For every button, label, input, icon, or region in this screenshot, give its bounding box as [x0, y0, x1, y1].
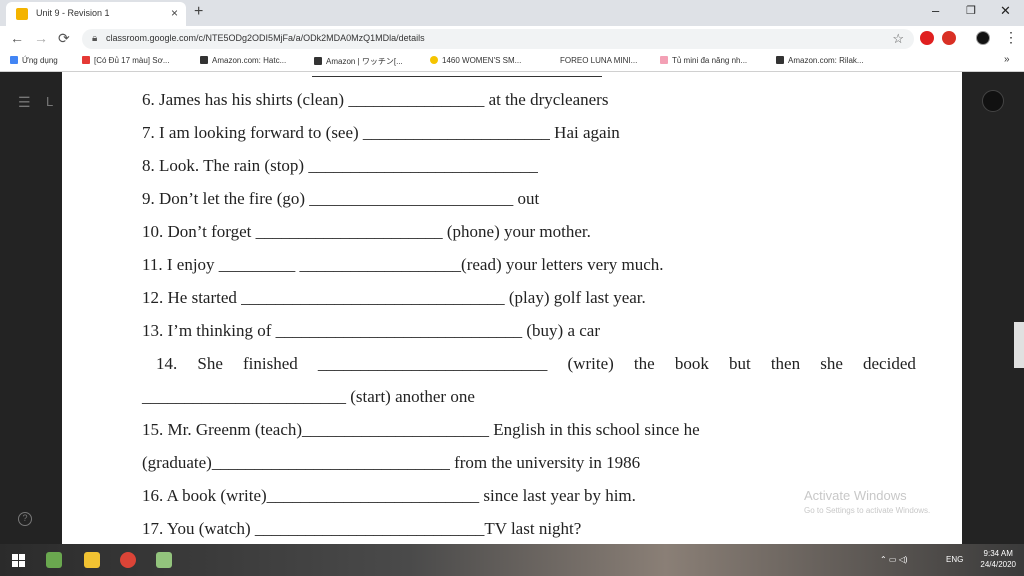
exercise-item-14-continued: ________________________ (start) another…	[142, 387, 475, 406]
account-avatar[interactable]	[982, 90, 1004, 112]
word: then	[770, 354, 801, 373]
viewer-title-fragment: L	[46, 94, 54, 109]
exercise-item-14: 14. She finished _______________________…	[156, 354, 916, 374]
menu-icon[interactable]: ☰	[18, 94, 31, 111]
system-clock[interactable]: 9:34 AM 24/4/2020	[980, 548, 1016, 570]
word: she	[820, 354, 843, 373]
close-window-button[interactable]: ✕	[1000, 3, 1011, 19]
bookmark-label: Amazon | ワッチン[...	[326, 57, 403, 66]
taskbar-app-icon[interactable]	[156, 552, 172, 568]
new-tab-button[interactable]: +	[194, 4, 203, 20]
chrome-icon[interactable]	[120, 552, 136, 568]
bookmark-item[interactable]: Amazon.com: Hatc...	[200, 56, 286, 65]
taskbar-app-icon[interactable]	[46, 552, 62, 568]
url-text: classroom.google.com/c/NTE5ODg2ODI5MjFa/…	[106, 33, 425, 43]
exercise-item-10: 10. Don’t forget ______________________ …	[142, 222, 591, 241]
bookmark-label: 1460 WOMEN'S SM...	[442, 56, 522, 65]
word: 14.	[156, 354, 178, 373]
clock-date: 24/4/2020	[980, 560, 1016, 569]
windows-taskbar: ⌃ ▭ ◁) ENG 9:34 AM 24/4/2020	[0, 544, 1024, 576]
word: but	[728, 354, 751, 373]
bookmark-item[interactable]: [Có Đủ 17 màu] Sơ...	[82, 56, 170, 65]
back-button[interactable]: ←	[10, 30, 24, 46]
tray-icons[interactable]: ⌃ ▭ ◁)	[880, 555, 908, 564]
bookmark-item[interactable]: 1460 WOMEN'S SM...	[430, 56, 521, 65]
forward-button[interactable]: →	[34, 30, 48, 46]
language-indicator[interactable]: ENG	[946, 555, 963, 564]
bookmark-item[interactable]: Amazon | ワッチン[...	[314, 56, 403, 67]
document-viewer: ☰ L ? 6. James has his shirts (clean) __…	[0, 72, 1024, 544]
windows-start-icon[interactable]	[12, 554, 26, 568]
exercise-item-15: 15. Mr. Greenm (teach)__________________…	[142, 420, 700, 439]
exercise-item-17: 17. You (watch) ________________________…	[142, 519, 582, 538]
word: book	[674, 354, 709, 373]
tab-title: Unit 9 - Revision 1	[36, 8, 110, 18]
extension-icon[interactable]	[942, 31, 956, 45]
bookmark-label: Amazon.com: Rilak...	[788, 56, 864, 65]
more-bookmarks-button[interactable]: »	[1004, 54, 1010, 65]
exercise-item-11: 11. I enjoy _________ __________________…	[142, 255, 664, 274]
maximize-button[interactable]: ❐	[966, 3, 976, 19]
minimize-button[interactable]: –	[932, 3, 939, 19]
bookmarks-bar: Ứng dụng [Có Đủ 17 màu] Sơ... Amazon.com…	[0, 52, 1024, 72]
word: the	[633, 354, 655, 373]
lock-icon: 🔒︎	[92, 33, 98, 44]
word: decided	[863, 354, 916, 373]
profile-avatar[interactable]	[976, 31, 990, 45]
file-explorer-icon[interactable]	[84, 552, 100, 568]
exercise-item-13: 13. I’m thinking of ____________________…	[142, 321, 600, 340]
word: finished	[243, 354, 298, 373]
browser-tab[interactable]: Unit 9 - Revision 1 ×	[6, 2, 186, 26]
exercise-item-6: 6. James has his shirts (clean) ________…	[142, 90, 609, 109]
bookmark-label: Tủ mini đa năng nh...	[672, 56, 748, 65]
exercise-item-12: 12. He started _________________________…	[142, 288, 646, 307]
watermark-subtitle: Go to Settings to activate Windows.	[804, 506, 931, 515]
classroom-favicon-icon	[16, 8, 28, 20]
bookmark-label: [Có Đủ 17 màu] Sơ...	[94, 56, 170, 65]
browser-toolbar: ← → ⟳ 🔒︎ classroom.google.com/c/NTE5ODg2…	[0, 26, 1024, 52]
bookmark-label: FOREO LUNA MINI...	[560, 56, 638, 65]
address-bar[interactable]: 🔒︎ classroom.google.com/c/NTE5ODg2ODI5Mj…	[82, 29, 914, 49]
bookmark-item[interactable]: FOREO LUNA MINI...	[560, 56, 637, 65]
answer-blank: ___________________________	[317, 354, 548, 373]
browser-menu-icon[interactable]: ⋮	[1004, 29, 1018, 45]
apps-label: Ứng dụng	[22, 56, 58, 65]
apps-bookmark[interactable]: Ứng dụng	[10, 56, 58, 65]
exercise-item-8: 8. Look. The rain (stop) _______________…	[142, 156, 538, 175]
scrollbar-thumb[interactable]	[1014, 322, 1024, 368]
exercise-item-15-continued: (graduate)____________________________ f…	[142, 453, 641, 472]
reload-button[interactable]: ⟳	[58, 30, 70, 46]
cropped-answer-line	[312, 76, 602, 77]
exercise-item-7: 7. I am looking forward to (see) _______…	[142, 123, 620, 142]
tab-close-icon[interactable]: ×	[171, 6, 178, 20]
exercise-item-16: 16. A book (write)______________________…	[142, 486, 636, 505]
document-page: 6. James has his shirts (clean) ________…	[62, 72, 962, 544]
tab-strip: Unit 9 - Revision 1 × + – ❐ ✕	[0, 0, 1024, 26]
help-icon[interactable]: ?	[18, 512, 32, 526]
word: (write)	[567, 354, 614, 373]
bookmark-label: Amazon.com: Hatc...	[212, 56, 287, 65]
watermark-title: Activate Windows	[804, 488, 907, 503]
bookmark-star-icon[interactable]: ☆	[892, 31, 904, 47]
bookmark-item[interactable]: Tủ mini đa năng nh...	[660, 56, 747, 65]
adblock-extension-icon[interactable]	[920, 31, 934, 45]
exercise-item-9: 9. Don’t let the fire (go) _____________…	[142, 189, 540, 208]
word: She	[197, 354, 223, 373]
activate-windows-watermark: Activate Windows Go to Settings to activ…	[804, 488, 930, 515]
clock-time: 9:34 AM	[983, 549, 1013, 558]
bookmark-item[interactable]: Amazon.com: Rilak...	[776, 56, 864, 65]
